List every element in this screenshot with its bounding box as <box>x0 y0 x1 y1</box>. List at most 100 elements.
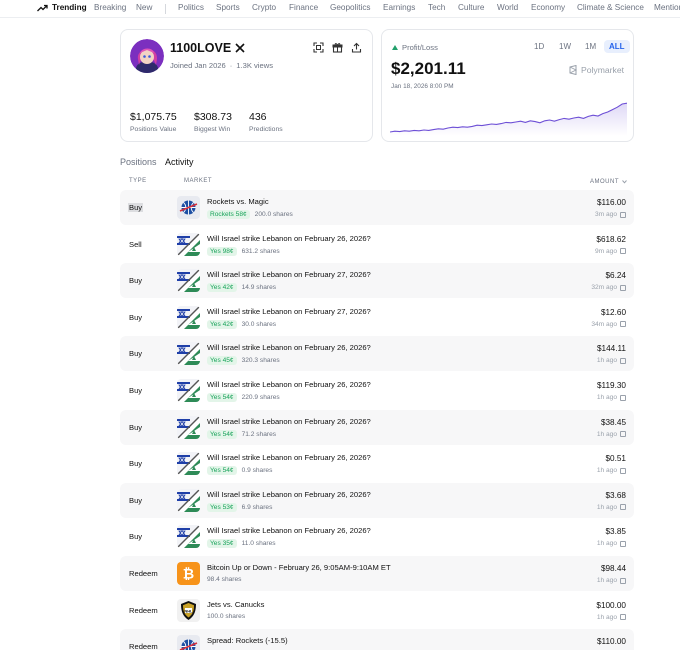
market-title[interactable]: Will Israel strike Lebanon on February 2… <box>207 234 371 243</box>
time-ago: 1h ago <box>596 357 617 365</box>
activity-time[interactable]: 34m ago <box>591 321 626 328</box>
israel-lebanon-flags-icon[interactable] <box>177 379 200 402</box>
market-title[interactable]: Bitcoin Up or Down - February 26, 9:05AM… <box>207 563 391 572</box>
activity-row[interactable]: Buy Will Israel strike Lebanon on Februa… <box>120 263 634 299</box>
market-title[interactable]: Rockets vs. Magic <box>207 197 269 206</box>
market-title[interactable]: Jets vs. Canucks <box>207 600 264 609</box>
range-1w[interactable]: 1W <box>554 40 576 53</box>
predictions-count: 436 <box>249 111 267 123</box>
market-title[interactable]: Will Israel strike Lebanon on February 2… <box>207 270 371 279</box>
nav-trending[interactable]: Trending <box>37 3 87 12</box>
avatar[interactable] <box>130 39 164 73</box>
activity-row[interactable]: Buy Will Israel strike Lebanon on Februa… <box>120 300 634 335</box>
external-link-icon[interactable] <box>620 248 626 255</box>
activity-row[interactable]: Buy Will Israel strike Lebanon on Februa… <box>120 519 634 554</box>
activity-row[interactable]: Sell Will Israel strike Lebanon on Febru… <box>120 227 634 262</box>
gift-icon[interactable] <box>332 42 343 53</box>
shares-count: 200.0 shares <box>254 211 293 218</box>
activity-time[interactable]: 1h ago <box>597 504 626 511</box>
activity-row[interactable]: Buy Rockets vs. Magic Rockets 58¢ 200.0 s… <box>120 190 634 225</box>
activity-row[interactable]: Redeem Spread: Rockets (-15.5) $110.00 <box>120 629 634 650</box>
share-icon[interactable] <box>351 42 362 53</box>
israel-lebanon-flags-icon[interactable] <box>177 305 200 329</box>
range-all[interactable]: ALL <box>604 40 630 53</box>
nav-item-tech[interactable]: Tech <box>428 3 445 12</box>
external-link-icon[interactable] <box>620 614 626 621</box>
activity-row[interactable]: Redeem NHL Jets vs. Canucks 100.0 shares… <box>120 593 634 628</box>
activity-time[interactable]: 1h ago <box>597 431 626 438</box>
tab-positions[interactable]: Positions <box>120 157 157 167</box>
expand-icon[interactable] <box>313 42 324 53</box>
nav-item-crypto[interactable]: Crypto <box>252 3 276 12</box>
bitcoin-icon[interactable]: ₿ <box>177 562 200 585</box>
nav-item-finance[interactable]: Finance <box>289 3 318 12</box>
basketball-icon[interactable] <box>177 635 200 650</box>
column-header-amount[interactable]: AMOUNT <box>590 178 628 185</box>
external-link-icon[interactable] <box>620 577 626 584</box>
activity-row[interactable]: Redeem ₿ Bitcoin Up or Down - February 2… <box>120 556 634 591</box>
external-link-icon[interactable] <box>620 431 626 438</box>
polymarket-brand: Polymarket <box>568 65 624 75</box>
activity-type: Buy <box>129 495 143 505</box>
external-link-icon[interactable] <box>620 504 626 511</box>
activity-time[interactable]: 9m ago <box>595 248 626 255</box>
nav-item-new[interactable]: New <box>136 3 152 12</box>
market-title[interactable]: Will Israel strike Lebanon on February 2… <box>207 526 371 535</box>
profile-name: 1100LOVE <box>170 41 232 55</box>
israel-lebanon-flags-icon[interactable] <box>177 415 200 439</box>
activity-time[interactable]: 1h ago <box>597 614 626 621</box>
israel-lebanon-flags-icon[interactable] <box>177 452 200 476</box>
market-title[interactable]: Will Israel strike Lebanon on February 2… <box>207 343 371 352</box>
external-link-icon[interactable] <box>620 211 626 218</box>
stat-biggest-win: $308.73 Biggest Win <box>194 111 232 133</box>
nav-item-world[interactable]: World <box>497 3 518 12</box>
activity-row[interactable]: Buy Will Israel strike Lebanon on Februa… <box>120 336 634 372</box>
nav-item-mention[interactable]: Mention <box>654 3 680 12</box>
activity-row[interactable]: Buy Will Israel strike Lebanon on Februa… <box>120 409 634 445</box>
activity-row[interactable]: Buy Will Israel strike Lebanon on Februa… <box>120 373 634 408</box>
external-link-icon[interactable] <box>620 467 626 474</box>
market-subtitle: Yes 45¢ 320.3 shares <box>207 356 280 366</box>
israel-lebanon-flags-icon[interactable] <box>177 342 200 366</box>
nav-item-economy[interactable]: Economy <box>531 3 565 12</box>
activity-row[interactable]: Buy Will Israel strike Lebanon on Februa… <box>120 482 634 518</box>
israel-lebanon-flags-icon[interactable] <box>177 488 200 512</box>
nhl-logo-icon[interactable]: NHL <box>177 598 200 622</box>
activity-time[interactable]: 1h ago <box>597 577 626 584</box>
activity-time[interactable]: 1h ago <box>597 540 626 547</box>
activity-time[interactable]: 3m ago <box>595 211 626 218</box>
external-link-icon[interactable] <box>620 394 626 401</box>
nav-item-climate-science[interactable]: Climate & Science <box>577 3 644 12</box>
activity-time[interactable]: 1h ago <box>597 467 626 474</box>
market-title[interactable]: Will Israel strike Lebanon on February 2… <box>207 307 371 316</box>
external-link-icon[interactable] <box>620 357 626 364</box>
range-1d[interactable]: 1D <box>529 40 549 53</box>
activity-time[interactable]: 1h ago <box>597 394 626 401</box>
nav-item-politics[interactable]: Politics <box>178 3 204 12</box>
activity-time[interactable]: 32m ago <box>591 284 626 291</box>
nav-item-sports[interactable]: Sports <box>216 3 240 12</box>
external-link-icon[interactable] <box>620 540 626 547</box>
market-title[interactable]: Will Israel strike Lebanon on February 2… <box>207 453 371 462</box>
israel-lebanon-flags-icon[interactable] <box>177 232 200 256</box>
external-link-icon[interactable] <box>620 284 626 291</box>
market-title[interactable]: Spread: Rockets (-15.5) <box>207 636 288 645</box>
market-title[interactable]: Will Israel strike Lebanon on February 2… <box>207 380 371 389</box>
x-social-icon[interactable] <box>234 42 246 54</box>
market-title[interactable]: Will Israel strike Lebanon on February 2… <box>207 490 371 499</box>
range-1m[interactable]: 1M <box>580 40 601 53</box>
tab-activity[interactable]: Activity <box>165 157 194 167</box>
time-ago: 3m ago <box>595 211 617 218</box>
activity-type: Buy <box>128 203 144 212</box>
nav-item-culture[interactable]: Culture <box>458 3 484 12</box>
market-title[interactable]: Will Israel strike Lebanon on February 2… <box>207 417 371 426</box>
external-link-icon[interactable] <box>620 321 626 328</box>
nav-item-earnings[interactable]: Earnings <box>383 3 415 12</box>
nav-item-breaking[interactable]: Breaking <box>94 3 126 12</box>
israel-lebanon-flags-icon[interactable] <box>177 525 200 549</box>
nav-item-geopolitics[interactable]: Geopolitics <box>330 3 371 12</box>
activity-row[interactable]: Buy Will Israel strike Lebanon on Februa… <box>120 446 634 481</box>
basketball-icon[interactable] <box>177 196 200 219</box>
activity-time[interactable]: 1h ago <box>597 357 626 364</box>
israel-lebanon-flags-icon[interactable] <box>177 269 200 293</box>
